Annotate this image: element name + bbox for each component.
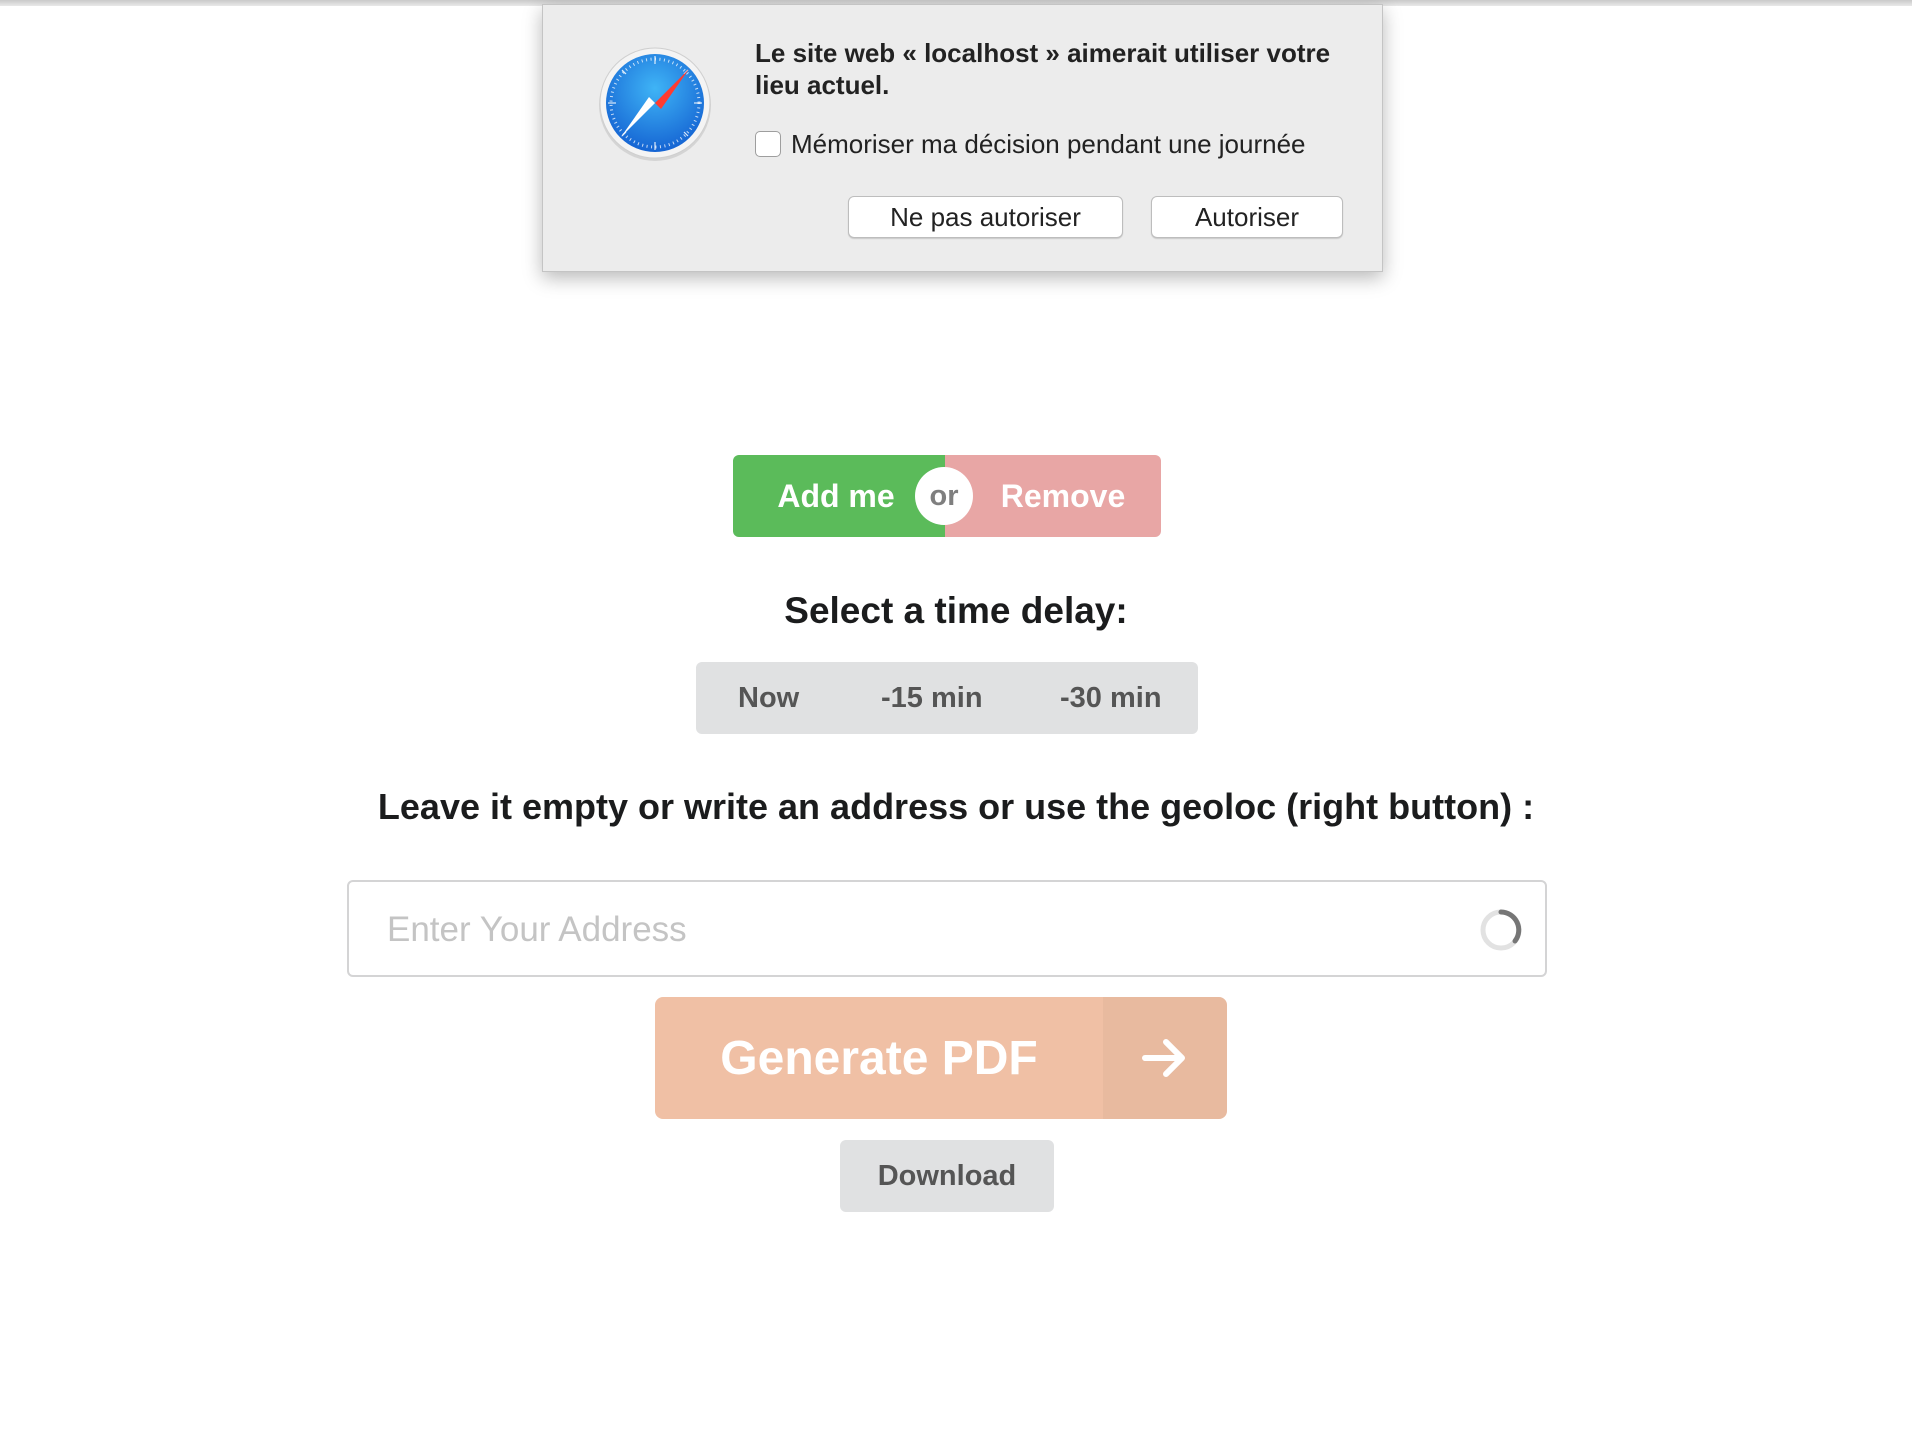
address-input[interactable]	[385, 882, 1449, 977]
allow-button[interactable]: Autoriser	[1151, 196, 1343, 238]
loading-spinner-icon[interactable]	[1479, 908, 1523, 952]
remove-button[interactable]: Remove	[945, 455, 1161, 537]
generate-pdf-button[interactable]: Generate PDF	[655, 997, 1227, 1119]
address-field-container	[347, 880, 1547, 977]
arrow-right-icon	[1103, 997, 1227, 1119]
delay-option-now[interactable]: Now	[738, 662, 799, 734]
deny-button[interactable]: Ne pas autoriser	[848, 196, 1123, 238]
or-divider: or	[915, 467, 973, 525]
permission-message: Le site web « localhost » aimerait utili…	[755, 38, 1331, 100]
remember-label: Mémoriser ma décision pendant une journé…	[791, 128, 1306, 159]
remember-checkbox[interactable]	[755, 131, 781, 157]
time-delay-selector: Now -15 min -30 min	[696, 662, 1198, 734]
add-remove-toggle: Add me Remove or	[733, 455, 1161, 537]
address-heading: Leave it empty or write an address or us…	[377, 786, 1535, 827]
download-button[interactable]: Download	[840, 1140, 1054, 1212]
location-permission-dialog: Le site web « localhost » aimerait utili…	[542, 4, 1383, 272]
delay-option-30-min[interactable]: -30 min	[1060, 662, 1162, 734]
add-me-button[interactable]: Add me	[733, 455, 945, 537]
delay-option-15-min[interactable]: -15 min	[881, 662, 983, 734]
time-delay-heading: Select a time delay:	[784, 590, 1128, 631]
remember-decision-row[interactable]: Mémoriser ma décision pendant une journé…	[755, 129, 1306, 159]
generate-pdf-label: Generate PDF	[720, 1031, 1038, 1085]
safari-compass-icon	[599, 47, 711, 161]
